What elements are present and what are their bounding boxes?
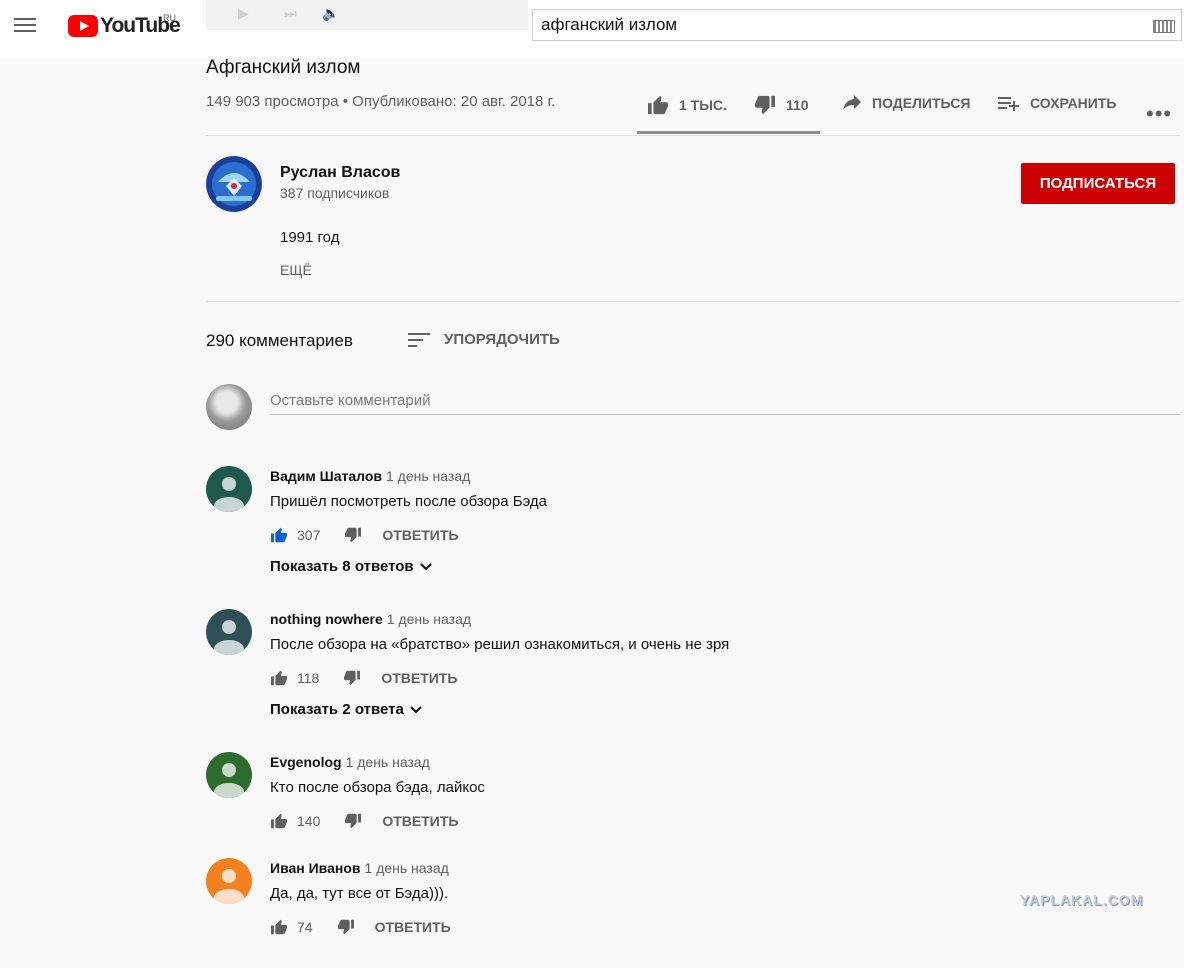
logo-region: RU xyxy=(163,13,176,23)
comment-time[interactable]: 1 день назад xyxy=(365,860,449,876)
comment-like-count: 118 xyxy=(297,670,320,686)
volume-icon[interactable]: 🔈 xyxy=(322,5,339,21)
search-box[interactable] xyxy=(532,9,1182,41)
comment-text: Кто после обзора бэда, лайкос xyxy=(270,779,485,796)
comment-text: Пришёл посмотреть после обзора Бэда xyxy=(270,493,547,510)
comment-like-count: 74 xyxy=(297,919,313,935)
next-icon[interactable]: ⏭ xyxy=(284,5,300,21)
chevron-down-icon xyxy=(410,705,422,713)
share-label: ПОДЕЛИТЬСЯ xyxy=(872,95,971,111)
comment-input[interactable] xyxy=(270,386,1180,415)
comment-item: Иван Иванов 1 день назад Да, да, тут все … xyxy=(206,858,1176,968)
chevron-down-icon xyxy=(419,562,432,570)
video-meta: 149 903 просмотра • Опубликовано: 20 авг… xyxy=(206,93,556,110)
comment-like-count: 307 xyxy=(297,527,321,543)
channel-avatar[interactable] xyxy=(206,156,262,212)
comment-item: Вадим Шаталов 1 день назад Пришёл посмотр… xyxy=(206,466,1176,576)
comment-like-icon[interactable] xyxy=(270,527,288,543)
playlist-add-icon xyxy=(998,97,1019,111)
channel-subscribers: 387 подписчиков xyxy=(280,185,390,201)
comment-author-name[interactable]: Evgenolog xyxy=(270,754,342,770)
comment-time[interactable]: 1 день назад xyxy=(346,754,430,770)
comment-reply-button[interactable]: ОТВЕТИТЬ xyxy=(381,670,457,686)
divider-top xyxy=(206,135,1180,136)
comment-author-name[interactable]: Вадим Шаталов xyxy=(270,468,382,484)
dislike-count: 110 xyxy=(786,97,809,113)
video-title: Афганский излом xyxy=(206,57,361,78)
comment-item: nothing nowhere 1 день назад После обзора… xyxy=(206,609,1176,719)
sort-icon xyxy=(408,332,430,347)
show-replies-label: Показать 8 ответов xyxy=(270,558,414,575)
comment-actions: 140 ОТВЕТИТЬ xyxy=(270,813,458,829)
comment-time[interactable]: 1 день назад xyxy=(387,611,471,627)
watermark: YAPLAKAL.COM xyxy=(1020,892,1144,908)
comment-item: Evgenolog 1 день назад Кто после обзора б… xyxy=(206,752,1176,862)
comment-dislike-icon[interactable] xyxy=(343,670,361,686)
comment-avatar[interactable] xyxy=(206,466,252,512)
thumbs-down-icon xyxy=(755,95,775,115)
comment-like-count: 140 xyxy=(297,813,321,829)
save-label: СОХРАНИТЬ xyxy=(1030,95,1117,111)
comment-author[interactable]: Evgenolog 1 день назад xyxy=(270,754,430,770)
comment-text: Да, да, тут все от Бэда))). xyxy=(270,885,449,902)
video-description: 1991 год xyxy=(280,229,340,246)
subscribe-button[interactable]: ПОДПИСАТЬСЯ xyxy=(1021,163,1175,204)
comment-author[interactable]: Вадим Шаталов 1 день назад xyxy=(270,468,470,484)
comment-text: После обзора на «братство» решил ознаком… xyxy=(270,636,730,653)
comment-reply-button[interactable]: ОТВЕТИТЬ xyxy=(382,813,458,829)
comment-author[interactable]: Иван Иванов 1 день назад xyxy=(270,860,449,876)
channel-name[interactable]: Руслан Власов xyxy=(280,164,400,182)
share-arrow-icon xyxy=(843,95,861,110)
thumbs-up-icon xyxy=(648,95,668,115)
like-button[interactable]: 1 ТЫС. xyxy=(647,95,727,115)
sentiment-fill xyxy=(637,131,802,134)
search-input[interactable] xyxy=(533,10,1141,40)
comment-avatar[interactable] xyxy=(206,858,252,904)
sort-button[interactable]: УПОРЯДОЧИТЬ xyxy=(408,331,560,348)
play-icon[interactable]: ▶ xyxy=(238,5,254,21)
comment-author-name[interactable]: Иван Иванов xyxy=(270,860,361,876)
comment-dislike-icon[interactable] xyxy=(344,527,362,543)
show-replies-label: Показать 2 ответа xyxy=(270,701,404,718)
show-more-link[interactable]: ЕЩЁ xyxy=(280,262,312,278)
more-actions-icon[interactable]: ••• xyxy=(1146,101,1172,127)
comment-reply-button[interactable]: ОТВЕТИТЬ xyxy=(382,527,458,543)
menu-hamburger-icon[interactable] xyxy=(14,14,40,40)
comments-count: 290 комментариев xyxy=(206,331,353,350)
comment-time[interactable]: 1 день назад xyxy=(386,468,470,484)
divider-description xyxy=(206,301,1180,302)
comment-reply-button[interactable]: ОТВЕТИТЬ xyxy=(375,919,451,935)
comment-actions: 118 ОТВЕТИТЬ xyxy=(270,670,457,686)
dislike-button[interactable]: 110 xyxy=(754,95,809,115)
comment-actions: 74 ОТВЕТИТЬ xyxy=(270,919,451,935)
sort-label: УПОРЯДОЧИТЬ xyxy=(444,331,560,348)
comment-dislike-icon[interactable] xyxy=(344,813,362,829)
show-replies-button[interactable]: Показать 2 ответа xyxy=(270,701,422,718)
comment-actions: 307 ОТВЕТИТЬ xyxy=(270,527,458,543)
comment-like-icon[interactable] xyxy=(270,813,288,829)
comment-avatar[interactable] xyxy=(206,752,252,798)
show-replies-button[interactable]: Показать 8 ответов xyxy=(270,558,432,575)
comment-author[interactable]: nothing nowhere 1 день назад xyxy=(270,611,471,627)
comment-avatar[interactable] xyxy=(206,609,252,655)
share-button[interactable]: ПОДЕЛИТЬСЯ xyxy=(842,95,970,111)
keyboard-icon[interactable] xyxy=(1153,20,1175,33)
comment-like-icon[interactable] xyxy=(270,670,288,686)
youtube-play-icon xyxy=(68,15,98,37)
comment-author-name[interactable]: nothing nowhere xyxy=(270,611,383,627)
comment-like-icon[interactable] xyxy=(270,919,288,935)
comment-dislike-icon[interactable] xyxy=(337,919,355,935)
player-controls: ▶ ⏭ 🔈 xyxy=(206,0,528,30)
user-avatar[interactable] xyxy=(206,384,252,430)
like-count: 1 ТЫС. xyxy=(679,97,727,113)
sentiment-bar xyxy=(637,131,820,134)
save-button[interactable]: СОХРАНИТЬ xyxy=(998,95,1116,111)
